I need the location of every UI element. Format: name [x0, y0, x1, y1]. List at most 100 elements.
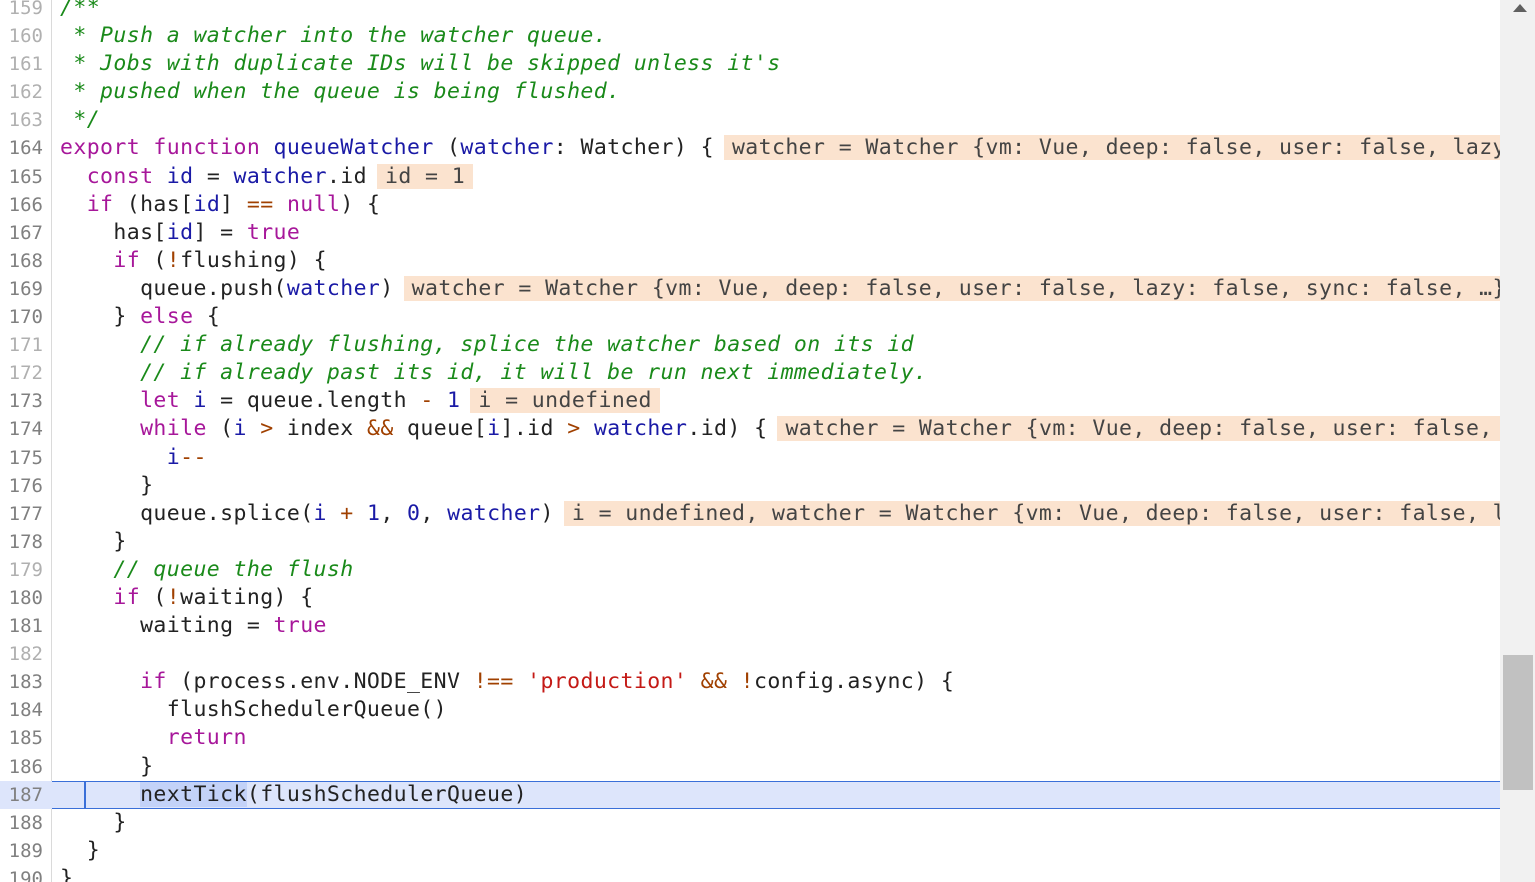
- code-line[interactable]: 171 // if already flushing, splice the w…: [0, 331, 1500, 359]
- code-text[interactable]: if (!waiting) {: [60, 584, 314, 612]
- line-number[interactable]: 167: [0, 219, 43, 247]
- code-line[interactable]: 162 * pushed when the queue is being flu…: [0, 78, 1500, 106]
- line-number[interactable]: 187: [0, 781, 43, 809]
- code-line[interactable]: 174 while (i > index && queue[i].id > wa…: [0, 415, 1515, 443]
- scroll-up-arrow-icon[interactable]: [1513, 4, 1527, 12]
- line-number[interactable]: 190: [0, 865, 43, 882]
- line-number[interactable]: 178: [0, 528, 43, 556]
- code-line[interactable]: 172 // if already past its id, it will b…: [0, 359, 1500, 387]
- code-text[interactable]: * pushed when the queue is being flushed…: [60, 78, 620, 106]
- line-number[interactable]: 173: [0, 387, 43, 415]
- code-line[interactable]: 178 }: [0, 528, 1500, 556]
- code-line[interactable]: 167 has[id] = true: [0, 219, 1500, 247]
- code-line[interactable]: 183 if (process.env.NODE_ENV !== 'produc…: [0, 668, 1500, 696]
- code-text[interactable]: return: [60, 724, 247, 752]
- line-number[interactable]: 166: [0, 191, 43, 219]
- line-number[interactable]: 160: [0, 22, 43, 50]
- line-number[interactable]: 180: [0, 584, 43, 612]
- code-text[interactable]: const id = watcher.id id = 1: [60, 163, 474, 191]
- code-line[interactable]: 170 } else {: [0, 303, 1500, 331]
- line-number[interactable]: 183: [0, 668, 43, 696]
- line-number[interactable]: 185: [0, 724, 43, 752]
- line-number[interactable]: 186: [0, 753, 43, 781]
- code-text[interactable]: }: [60, 837, 100, 865]
- vertical-scrollbar[interactable]: [1500, 0, 1535, 882]
- code-text[interactable]: has[id] = true: [60, 219, 300, 247]
- code-text[interactable]: while (i > index && queue[i].id > watche…: [60, 415, 1515, 443]
- code-lines[interactable]: 159/** 160 * Push a watcher into the watc…: [0, 0, 1515, 882]
- code-line[interactable]: 163 */: [0, 106, 1500, 134]
- code-line[interactable]: 175 i--: [0, 444, 1500, 472]
- code-text[interactable]: * Jobs with duplicate IDs will be skippe…: [60, 50, 781, 78]
- code-text[interactable]: } else {: [60, 303, 220, 331]
- line-number[interactable]: 169: [0, 275, 43, 303]
- line-number[interactable]: 182: [0, 640, 43, 668]
- code-line[interactable]: 179 // queue the flush: [0, 556, 1500, 584]
- code-line[interactable]: 173 let i = queue.length - 1 i = undefine…: [0, 387, 1500, 415]
- code-text[interactable]: i--: [60, 444, 207, 472]
- code-line[interactable]: 186 }: [0, 753, 1500, 781]
- line-number[interactable]: 184: [0, 696, 43, 724]
- line-number[interactable]: 181: [0, 612, 43, 640]
- line-number[interactable]: 171: [0, 331, 43, 359]
- code-text[interactable]: // queue the flush: [60, 556, 354, 584]
- code-text[interactable]: }: [60, 753, 153, 781]
- code-text[interactable]: flushSchedulerQueue(): [60, 696, 447, 724]
- code-text[interactable]: queue.splice(i + 1, 0, watcher) i = undef…: [60, 500, 1514, 528]
- code-text[interactable]: let i = queue.length - 1 i = undefined: [60, 387, 660, 415]
- code-text[interactable]: }: [60, 809, 127, 837]
- line-number[interactable]: 188: [0, 809, 43, 837]
- code-line[interactable]: 177 queue.splice(i + 1, 0, watcher) i = u…: [0, 500, 1514, 528]
- code-editor[interactable]: 159/** 160 * Push a watcher into the watc…: [0, 0, 1535, 882]
- code-line[interactable]: 189 }: [0, 837, 1500, 865]
- code-text[interactable]: */: [60, 106, 100, 134]
- code-text[interactable]: waiting = true: [60, 612, 327, 640]
- code-text[interactable]: }: [60, 865, 73, 882]
- line-number[interactable]: 172: [0, 359, 43, 387]
- line-number[interactable]: 164: [0, 134, 43, 162]
- code-text[interactable]: /**: [60, 0, 100, 22]
- code-line[interactable]: 165 const id = watcher.id id = 1: [0, 163, 1500, 191]
- line-number[interactable]: 162: [0, 78, 43, 106]
- code-line[interactable]: 184 flushSchedulerQueue(): [0, 696, 1500, 724]
- code-text[interactable]: if (process.env.NODE_ENV !== 'production…: [60, 668, 954, 696]
- code-line[interactable]: 169 queue.push(watcher) watcher = Watcher…: [0, 275, 1514, 303]
- line-number[interactable]: 189: [0, 837, 43, 865]
- line-number[interactable]: 176: [0, 472, 43, 500]
- code-line[interactable]: 182: [0, 640, 1500, 668]
- code-line[interactable]: 176 }: [0, 472, 1500, 500]
- code-text[interactable]: * Push a watcher into the watcher queue.: [60, 22, 607, 50]
- line-number[interactable]: 177: [0, 500, 43, 528]
- code-line[interactable]: 185 return: [0, 724, 1500, 752]
- line-number[interactable]: 179: [0, 556, 43, 584]
- scrollbar-thumb[interactable]: [1503, 655, 1533, 790]
- code-line[interactable]: 188 }: [0, 809, 1500, 837]
- line-number[interactable]: 161: [0, 50, 43, 78]
- code-line[interactable]: 161 * Jobs with duplicate IDs will be sk…: [0, 50, 1500, 78]
- code-text[interactable]: }: [60, 472, 153, 500]
- line-number[interactable]: 165: [0, 163, 43, 191]
- code-line[interactable]: 190}: [0, 865, 1500, 882]
- line-number[interactable]: 168: [0, 247, 43, 275]
- code-line[interactable]: 180 if (!waiting) {: [0, 584, 1500, 612]
- code-text[interactable]: // if already flushing, splice the watch…: [60, 331, 914, 359]
- code-line[interactable]: 164 export function queueWatcher (watcher…: [0, 134, 1514, 162]
- code-line[interactable]: 166 if (has[id] == null) {: [0, 191, 1500, 219]
- code-line[interactable]: 159 /**: [0, 0, 1500, 22]
- current-line[interactable]: 187 nextTick(flushSchedulerQueue): [0, 780, 1500, 809]
- code-text[interactable]: if (has[id] == null) {: [60, 191, 380, 219]
- line-number[interactable]: 174: [0, 415, 43, 443]
- line-number[interactable]: 163: [0, 106, 43, 134]
- line-number[interactable]: 159: [0, 0, 43, 22]
- code-text[interactable]: queue.push(watcher) watcher = Watcher {vm…: [60, 275, 1514, 303]
- code-text[interactable]: export function queueWatcher (watcher: W…: [60, 134, 1514, 162]
- code-line[interactable]: 181 waiting = true: [0, 612, 1500, 640]
- line-number[interactable]: 175: [0, 444, 43, 472]
- code-text[interactable]: }: [60, 528, 127, 556]
- code-line[interactable]: 168 if (!flushing) {: [0, 247, 1500, 275]
- code-text[interactable]: nextTick(flushSchedulerQueue): [60, 781, 527, 809]
- code-text[interactable]: if (!flushing) {: [60, 247, 327, 275]
- code-text[interactable]: // if already past its id, it will be ru…: [60, 359, 927, 387]
- line-number[interactable]: 170: [0, 303, 43, 331]
- code-line[interactable]: 160 * Push a watcher into the watcher qu…: [0, 22, 1500, 50]
